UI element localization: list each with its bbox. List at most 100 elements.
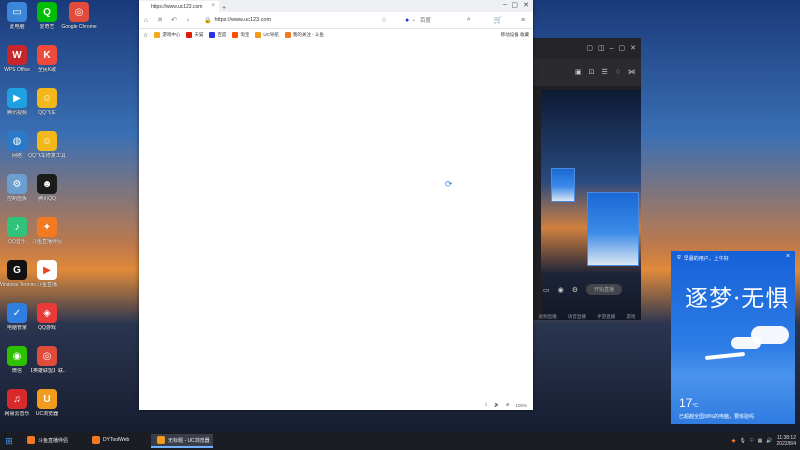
taskbar-task[interactable]: 斗鱼直播伴侣 <box>21 434 83 448</box>
bookmark-label: 游戏中心 <box>162 32 181 37</box>
popup-close-icon[interactable]: × <box>786 253 790 260</box>
close-icon[interactable]: ✕ <box>523 1 529 9</box>
taskbar-task[interactable]: DYToolWeb <box>86 434 148 448</box>
bookmark-item[interactable]: 我的关注 - 斗鱼 <box>284 32 324 38</box>
cart-icon[interactable]: 🛒 <box>491 16 505 24</box>
tab-close-icon[interactable]: × <box>211 3 215 9</box>
preview-thumbnail-small <box>551 168 575 202</box>
popup-temperature: 17°C <box>679 396 698 410</box>
zoom-icon[interactable]: ⊕ <box>506 402 510 408</box>
bookmark-item[interactable]: 游戏中心 <box>154 32 180 38</box>
screen-icon[interactable]: ▣ <box>575 68 582 76</box>
tencent-video-icon: ▶ <box>7 88 27 108</box>
bookmark-favicon-icon <box>232 32 239 38</box>
bgapp-mode-label[interactable]: 游戏 <box>626 314 635 320</box>
desktop-shortcut[interactable]: Q 爱奇艺 <box>30 2 64 43</box>
start-button[interactable]: ⊞ <box>0 432 18 450</box>
uc-browser-icon: U <box>37 389 57 409</box>
desktop-shortcut[interactable]: ✦ 斗鱼直播伴侣 <box>30 217 64 258</box>
bell-icon[interactable]: ♢ <box>615 68 621 76</box>
address-text: https://www.uc123.com <box>214 17 272 23</box>
volume-icon[interactable]: 🔊 <box>766 438 772 444</box>
minimize-icon[interactable]: – <box>503 1 507 8</box>
shortcut-label: Google Chrome <box>61 24 97 30</box>
desktop-shortcut[interactable]: ▶ 斗鱼直播 <box>30 260 64 301</box>
desktop-shortcut[interactable]: ☻ 腾讯QQ <box>30 174 64 215</box>
desktop-shortcut[interactable]: ◈ QQ游戏 <box>30 303 64 344</box>
bgapp-mode-label[interactable]: 视频直播 <box>539 314 557 320</box>
desktop-shortcut[interactable]: ♫ 网易云音乐 <box>0 389 34 430</box>
close-icon[interactable]: ✕ <box>630 44 636 52</box>
popup-message[interactable]: 已超越全国99%的电脑，要体验吗 <box>679 413 754 420</box>
desktop-shortcut[interactable]: W WPS Office <box>0 45 34 86</box>
stop-icon[interactable]: ✕ <box>153 16 167 24</box>
desktop-shortcut[interactable]: ◎ 【英雄联盟】联... <box>28 346 66 387</box>
download-icon[interactable]: ⇩ <box>484 402 488 408</box>
storage-icon[interactable]: ☰ <box>601 68 607 76</box>
maximize-icon[interactable]: ▢ <box>619 44 626 52</box>
clock[interactable]: 11:38:12 2022/8/4 <box>777 435 796 447</box>
bookmark-item[interactable]: 百度 <box>209 32 226 38</box>
popup-calligraphy: 逐梦·无惧 <box>685 286 790 312</box>
record-icon[interactable]: ◉ <box>558 286 564 294</box>
shield-icon[interactable]: ⛨ <box>750 438 754 444</box>
desktop-shortcut[interactable]: ◍ 网络 <box>0 131 34 172</box>
desktop-column-1: ▭ 此电脑 W WPS Office ▶ 腾讯视频 ◍ 网络 ⚙ 控制面板 ♪ QQ音乐 G Window… <box>0 0 36 430</box>
share-icon[interactable]: ⋈ <box>628 68 635 76</box>
search-box[interactable]: ● ⌄ 百度 ⌕ <box>405 14 485 26</box>
star-icon[interactable]: ☆ <box>377 16 391 24</box>
bookmark-item[interactable]: 淘宝 <box>232 32 249 38</box>
desktop-shortcut[interactable]: GWindows Terminal <box>0 260 36 301</box>
lock-icon[interactable]: ⊡ <box>589 68 595 76</box>
home-icon[interactable]: ⌂ <box>139 17 153 24</box>
qq-icon: ☻ <box>37 174 57 194</box>
desktop-shortcut[interactable]: ⚙ 控制面板 <box>0 174 34 215</box>
network-icon[interactable]: ▦ <box>758 438 763 444</box>
kge-icon: K <box>37 45 57 65</box>
minimize-icon[interactable]: – <box>610 45 614 52</box>
task-app-icon <box>92 436 100 444</box>
shield-icon: ⛨ <box>677 255 681 261</box>
camera-icon[interactable]: ▭ <box>543 286 550 294</box>
tab-uc123[interactable]: https://www.uc123.com × <box>139 1 219 12</box>
mic-icon[interactable]: 🎙 <box>739 438 745 444</box>
search-icon[interactable]: ⌕ <box>467 16 471 24</box>
taskbar-task[interactable]: 无标题 - UC浏览器 <box>151 434 213 448</box>
new-tab-button[interactable]: + <box>219 5 229 12</box>
terminal-icon: G <box>7 260 27 280</box>
bgapp-mode-label[interactable]: 手游直播 <box>597 314 615 320</box>
bookmark-item[interactable]: 天猫 <box>186 32 203 38</box>
desktop-shortcut[interactable]: ✓ 电脑管家 <box>0 303 34 344</box>
bgapp-icon-2[interactable]: ◫ <box>598 44 605 52</box>
start-live-button[interactable]: 开始直播 <box>586 284 623 295</box>
back-icon[interactable]: ‹ <box>181 17 195 24</box>
bookmarks-right[interactable]: 移动设备 收藏 <box>501 32 529 38</box>
desktop-shortcut[interactable]: K 全民K歌 <box>30 45 64 86</box>
notification-popup: ⛨ 早晨的用户，上午好 × 逐梦·无惧 17°C 已超越全国99%的电脑，要体验… <box>671 251 795 424</box>
desktop-shortcut[interactable]: ◎ Google Chrome <box>61 2 97 43</box>
desktop-shortcut[interactable]: ☺ QQ飞车 <box>30 88 64 129</box>
zoom-level[interactable]: 100% <box>515 403 527 408</box>
bgapp-icon-1[interactable]: ▢ <box>586 44 593 52</box>
desktop-shortcut[interactable]: ◉ 微信 <box>0 346 34 387</box>
bgapp-mode-label[interactable]: 语音直播 <box>568 314 586 320</box>
shortcut-label: 斗鱼直播 <box>36 282 57 288</box>
desktop-shortcut[interactable]: ▭ 此电脑 <box>0 2 34 43</box>
tray-app-icon[interactable]: ◆ <box>732 438 736 444</box>
chrome-icon: ◎ <box>69 2 89 22</box>
desktop-shortcut[interactable]: ▶ 腾讯视频 <box>0 88 34 129</box>
menu-icon[interactable]: ≡ <box>516 17 530 24</box>
bookmark-item[interactable]: UC导航 <box>255 32 279 38</box>
settings-icon[interactable]: ⚙ <box>572 286 578 294</box>
undo-icon[interactable]: ↶ <box>167 16 181 24</box>
bgapp-toolbar: ▣ ⊡ ☰ ♢ ⋈ <box>533 58 641 86</box>
page-content: ⟳ <box>139 41 533 400</box>
desktop-shortcut[interactable]: U UC浏览器 <box>30 389 64 430</box>
desktop-shortcut[interactable]: ☺ QQ飞车修复工具 <box>28 131 66 172</box>
network-icon: ◍ <box>7 131 27 151</box>
desktop-shortcut[interactable]: ♪ QQ音乐 <box>0 217 34 258</box>
maximize-icon[interactable]: ▢ <box>511 1 518 9</box>
temp-value: 17 <box>679 396 693 410</box>
sound-icon[interactable]: 🔈 <box>494 402 500 408</box>
bookmarks-star-icon[interactable]: ☆ <box>143 32 148 39</box>
